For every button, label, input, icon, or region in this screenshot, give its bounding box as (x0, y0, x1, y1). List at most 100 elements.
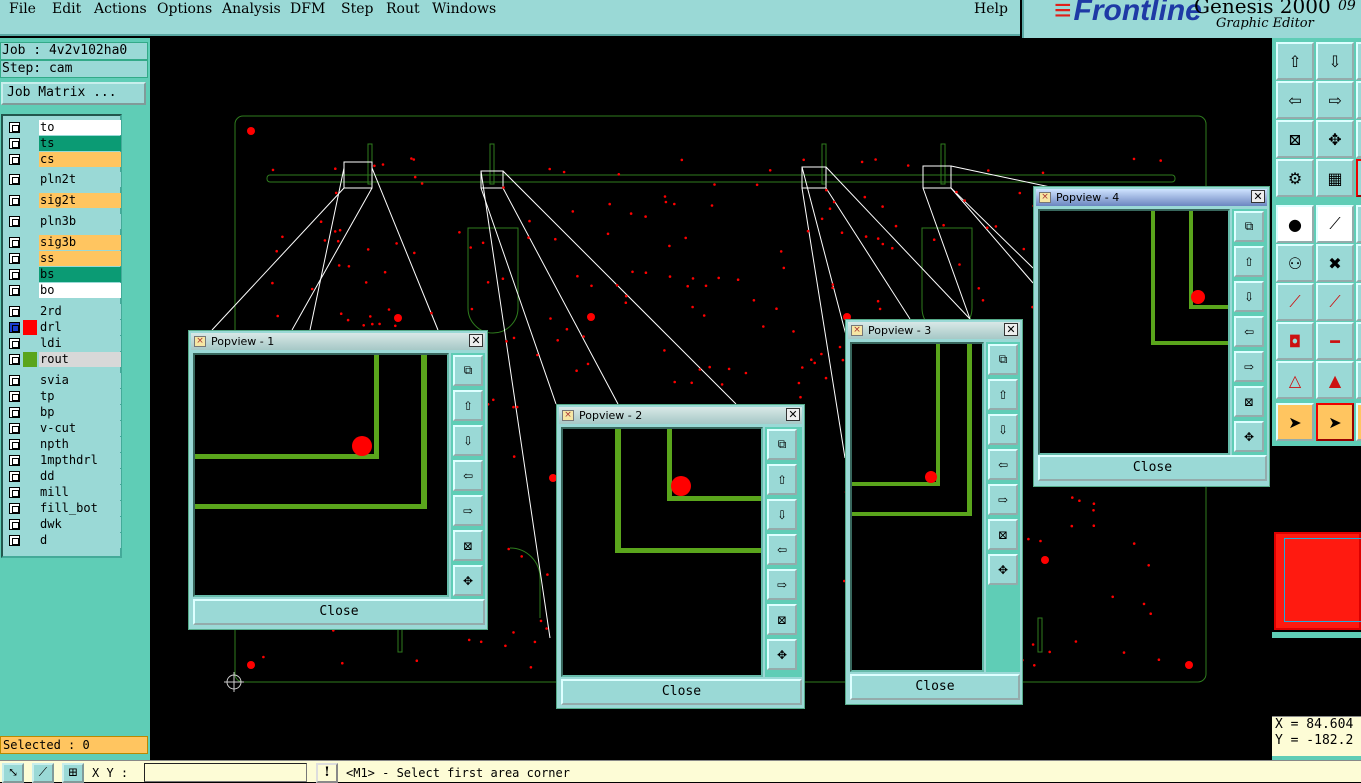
pan-right-icon[interactable]: ⇨ (453, 495, 483, 526)
tool-icon[interactable] (1356, 81, 1361, 119)
layer-checkbox[interactable] (9, 322, 20, 333)
zoom-in-tool-icon[interactable]: ⊠ (1276, 120, 1314, 158)
layer-name[interactable]: drl (39, 320, 121, 335)
layer-name[interactable]: mill (39, 485, 121, 500)
menu-file[interactable]: File (9, 1, 36, 17)
grid-tool-icon[interactable]: ▦ (1316, 159, 1354, 197)
pan-right-tool-icon[interactable]: ⇨ (1316, 81, 1354, 119)
pan-right-icon[interactable]: ⇨ (767, 569, 797, 600)
layer-checkbox[interactable] (9, 487, 20, 498)
zoom-fit-icon[interactable]: ⧉ (988, 344, 1018, 375)
pan-down-icon[interactable]: ⇩ (988, 414, 1018, 445)
layer-checkbox[interactable] (9, 174, 20, 185)
layer-checkbox[interactable] (9, 503, 20, 514)
close-icon[interactable]: ✕ (1004, 323, 1018, 336)
layer-name[interactable]: d (39, 533, 121, 548)
zoom-out-tool-icon[interactable]: ✥ (1316, 120, 1354, 158)
popview-2-close-button[interactable]: Close (561, 679, 802, 705)
popview-4-close-button[interactable]: Close (1038, 455, 1267, 481)
layer-row-tp[interactable]: tp (5, 389, 121, 404)
tool-icon[interactable] (1356, 283, 1361, 321)
menu-analysis[interactable]: Analysis (222, 1, 281, 17)
close-icon[interactable]: ✕ (1251, 190, 1265, 203)
zoom-fit-icon[interactable]: ⧉ (767, 429, 797, 460)
segment-tool-icon[interactable]: ━ (1316, 322, 1354, 360)
layer-name[interactable]: ts (39, 136, 121, 151)
layer-name[interactable]: bp (39, 405, 121, 420)
layer-name[interactable]: bo (39, 283, 121, 298)
pan-up-icon[interactable]: ⇧ (767, 464, 797, 495)
popview-4-view[interactable] (1038, 209, 1230, 455)
zoom-in-icon[interactable]: ⊠ (988, 519, 1018, 550)
snap-pad-icon[interactable]: ● (1276, 205, 1314, 243)
layer-row-cs[interactable]: cs (5, 152, 121, 167)
select-arrow-icon[interactable]: ➤ (1276, 403, 1314, 441)
zoom-fit-icon[interactable]: ⧉ (453, 355, 483, 386)
menu-edit[interactable]: Edit (52, 1, 81, 17)
layer-checkbox[interactable] (9, 253, 20, 264)
pan-left-tool-icon[interactable]: ⇦ (1276, 81, 1314, 119)
net-connect-icon[interactable]: ⚇ (1276, 244, 1314, 282)
layer-name[interactable]: bs (39, 267, 121, 282)
layer-checkbox[interactable] (9, 122, 20, 133)
layer-checkbox[interactable] (9, 269, 20, 280)
line-tool-icon[interactable]: ⟋ (1276, 283, 1314, 321)
layer-name[interactable]: v-cut (39, 421, 121, 436)
xy-input[interactable] (144, 763, 307, 782)
grid-snap-icon[interactable]: ⊞ (62, 763, 84, 783)
zoom-out-icon[interactable]: ✥ (1234, 421, 1264, 452)
popview-3-close-button[interactable]: Close (850, 674, 1020, 700)
menu-windows[interactable]: Windows (432, 1, 496, 17)
layer-checkbox[interactable] (9, 354, 20, 365)
pan-up-icon[interactable]: ⇧ (453, 390, 483, 421)
zoom-out-icon[interactable]: ✥ (453, 565, 483, 596)
layer-row-ldi[interactable]: ldi (5, 336, 121, 351)
overview-map[interactable] (1272, 532, 1361, 632)
tool-icon[interactable] (1356, 322, 1361, 360)
layer-name[interactable]: npth (39, 437, 121, 452)
zoom-in-icon[interactable]: ⊠ (453, 530, 483, 561)
layer-name[interactable]: sig2t (39, 193, 121, 208)
layer-name[interactable]: dd (39, 469, 121, 484)
zoom-area-icon[interactable]: ⤡ (2, 763, 24, 783)
layer-row-ss[interactable]: ss (5, 251, 121, 266)
layer-checkbox[interactable] (9, 423, 20, 434)
popview-4-titlebar[interactable]: × Popview - 4 (1036, 189, 1267, 206)
menu-dfm[interactable]: DFM (290, 1, 325, 17)
pan-down-icon[interactable]: ⇩ (1234, 281, 1264, 312)
layer-checkbox[interactable] (9, 195, 20, 206)
layer-row-npth[interactable]: npth (5, 437, 121, 452)
layer-row-sig2t[interactable]: sig2t (5, 193, 121, 208)
layer-name[interactable]: sig3b (39, 235, 121, 250)
pan-right-icon[interactable]: ⇨ (988, 484, 1018, 515)
layer-row-v-cut[interactable]: v-cut (5, 421, 121, 436)
pan-up-icon[interactable]: ⇧ (1234, 246, 1264, 277)
menu-options[interactable]: Options (157, 1, 212, 17)
popview-2-view[interactable] (561, 427, 763, 677)
graphic-canvas[interactable]: × Popview - 1 ✕ ⧉ ⇧ ⇩ ⇦ ⇨ ⊠ ✥ Close × Popv… (150, 38, 1272, 760)
pan-right-icon[interactable]: ⇨ (1234, 351, 1264, 382)
measure-icon[interactable]: ⟋ (32, 763, 54, 783)
layer-name[interactable]: tp (39, 389, 121, 404)
tool-icon[interactable] (1356, 361, 1361, 399)
layer-checkbox[interactable] (9, 375, 20, 386)
layer-name[interactable]: dwk (39, 517, 121, 532)
select-area-icon[interactable]: ➤ (1316, 403, 1354, 441)
zoom-in-icon[interactable]: ⊠ (767, 604, 797, 635)
job-matrix-button[interactable]: Job Matrix ... (1, 82, 146, 105)
zoom-out-icon[interactable]: ✥ (767, 639, 797, 670)
measure-tool-icon[interactable]: ⚙ (1276, 159, 1314, 197)
layer-row-fill_bot[interactable]: fill_bot (5, 501, 121, 516)
layer-checkbox[interactable] (9, 154, 20, 165)
layer-row-d[interactable]: d (5, 533, 121, 548)
menu-rout[interactable]: Rout (386, 1, 420, 17)
layer-name[interactable]: pln2t (39, 172, 121, 187)
pan-left-icon[interactable]: ⇦ (453, 460, 483, 491)
pad-tool-icon[interactable]: ◘ (1276, 322, 1314, 360)
layer-checkbox[interactable] (9, 216, 20, 227)
layer-row-bp[interactable]: bp (5, 405, 121, 420)
pan-left-icon[interactable]: ⇦ (988, 449, 1018, 480)
layer-checkbox[interactable] (9, 471, 20, 482)
layer-name[interactable]: svia (39, 373, 121, 388)
layer-checkbox[interactable] (9, 391, 20, 402)
